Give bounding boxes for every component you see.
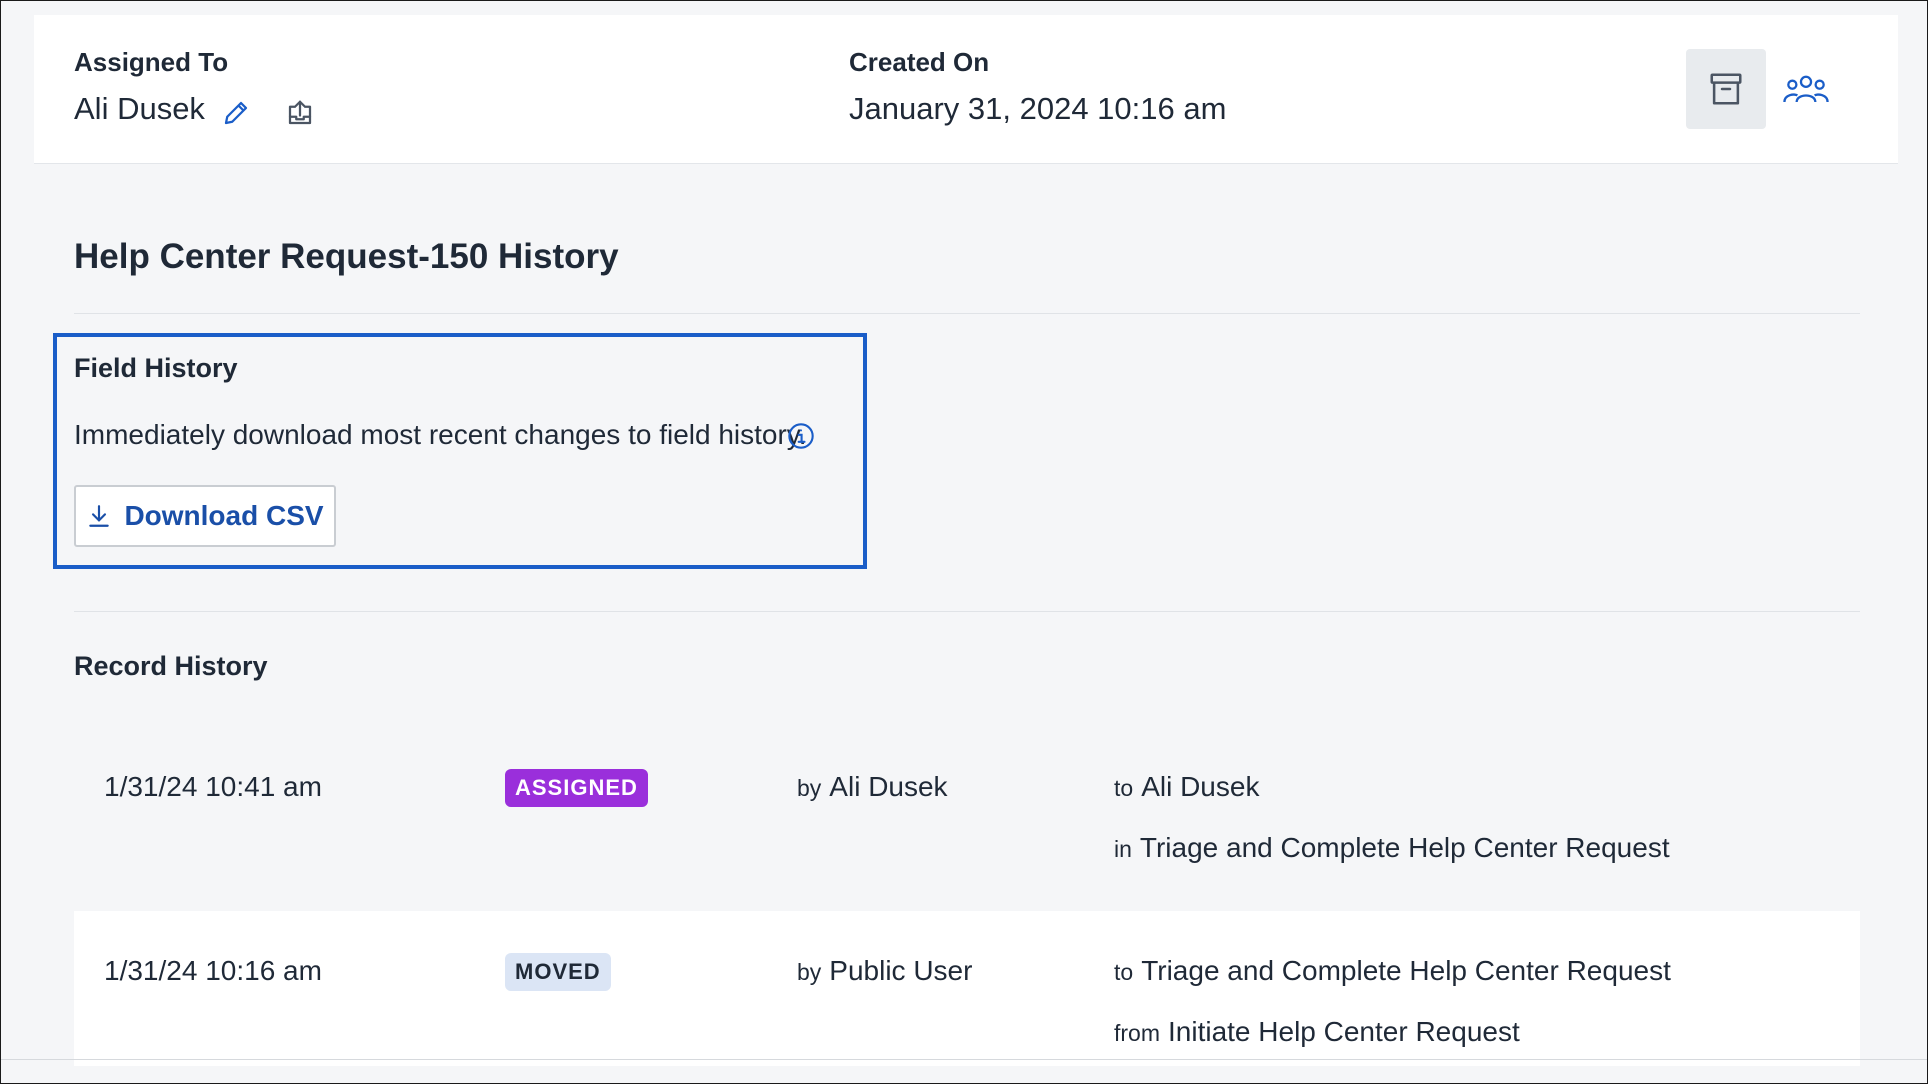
row-by-user: Public User: [829, 955, 973, 986]
status-badge: ASSIGNED: [505, 769, 648, 807]
row-in: in Triage and Complete Help Center Reques…: [1114, 832, 1670, 864]
assigned-to-label: Assigned To: [74, 47, 229, 77]
record-header: Assigned To Ali Dusek Created On January…: [34, 15, 1898, 164]
created-on-value: January 31, 2024 10:16 am: [849, 91, 1227, 126]
by-prefix: by: [797, 775, 822, 801]
record-history-title: Record History: [74, 651, 268, 681]
info-icon[interactable]: [787, 422, 815, 450]
row-timestamp: 1/31/24 10:16 am: [104, 955, 322, 986]
row-by: by Public User: [797, 955, 972, 987]
to-prefix: to: [1114, 775, 1134, 801]
page-frame: Assigned To Ali Dusek Created On January…: [0, 0, 1928, 1084]
table-row: 1/31/24 10:16 am MOVED by Public User to T…: [74, 911, 1860, 1066]
row-by: by Ali Dusek: [797, 771, 948, 803]
field-history-title: Field History: [74, 353, 238, 383]
in-prefix: in: [1114, 836, 1132, 862]
row-to-value: Ali Dusek: [1141, 771, 1260, 802]
row-to: to Ali Dusek: [1114, 771, 1259, 803]
by-prefix: by: [797, 959, 822, 985]
divider: [74, 313, 1860, 314]
field-history-description: Immediately download most recent changes…: [74, 419, 807, 450]
pencil-icon[interactable]: [216, 93, 256, 133]
row-to-value: Triage and Complete Help Center Request: [1141, 955, 1671, 986]
to-prefix: to: [1114, 959, 1134, 985]
status-badge: MOVED: [505, 953, 611, 991]
row-in-value: Triage and Complete Help Center Request: [1139, 832, 1670, 863]
row-to: to Triage and Complete Help Center Reques…: [1114, 955, 1671, 987]
team-icon: [1783, 75, 1829, 103]
row-from-value: Initiate Help Center Request: [1168, 1016, 1520, 1047]
share-upload-icon[interactable]: [280, 93, 320, 133]
team-button[interactable]: [1774, 57, 1838, 121]
bottom-border: [1, 1059, 1927, 1060]
archive-button[interactable]: [1686, 49, 1766, 129]
row-from: from Initiate Help Center Request: [1114, 1016, 1520, 1048]
history-title: Help Center Request-150 History: [74, 237, 619, 276]
archive-icon: [1710, 73, 1742, 105]
from-prefix: from: [1114, 1020, 1160, 1046]
download-csv-label: Download CSV: [124, 500, 324, 531]
row-by-user: Ali Dusek: [829, 771, 948, 802]
table-row: 1/31/24 10:41 am ASSIGNED by Ali Dusek to…: [74, 731, 1860, 886]
divider: [74, 611, 1860, 612]
download-csv-button[interactable]: Download CSV: [74, 485, 336, 547]
download-icon: [89, 505, 110, 527]
row-timestamp: 1/31/24 10:41 am: [104, 771, 322, 802]
created-on-label: Created On: [849, 47, 990, 77]
assigned-to-value: Ali Dusek: [74, 91, 205, 126]
